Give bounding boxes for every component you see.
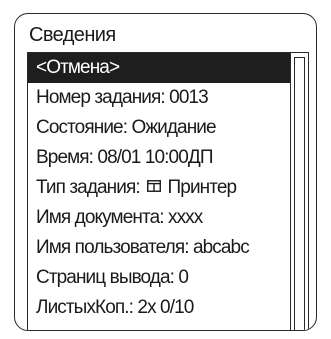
status-item[interactable]: Состояние: Ожидание xyxy=(28,113,290,143)
sheets-copies-item[interactable]: ЛистыхКоп.: 2x 0/10 xyxy=(28,293,290,323)
document-icon xyxy=(147,180,162,192)
user-name-item[interactable]: Имя пользователя: abcabc xyxy=(28,233,290,263)
job-type-item[interactable]: Тип задания: Принтер xyxy=(28,173,290,203)
details-list: <Отмена> Номер задания: 0013 Состояние: … xyxy=(28,53,290,323)
job-number-item[interactable]: Номер задания: 0013 xyxy=(28,83,290,113)
pages-output-item[interactable]: Страниц вывода: 0 xyxy=(28,263,290,293)
scrollbar[interactable] xyxy=(290,53,308,330)
time-item[interactable]: Время: 08/01 10:00ДП xyxy=(28,143,290,173)
job-type-value: Принтер xyxy=(167,177,238,198)
details-list-frame: <Отмена> Номер задания: 0013 Состояние: … xyxy=(27,52,309,330)
cancel-item[interactable]: <Отмена> xyxy=(28,53,290,83)
details-panel: Сведения <Отмена> Номер задания: 0013 Со… xyxy=(14,13,317,331)
document-name-item[interactable]: Имя документа: xxxx xyxy=(28,203,290,233)
scrollbar-thumb[interactable] xyxy=(294,57,305,330)
job-type-label: Тип задания: xyxy=(36,177,141,198)
panel-title: Сведения xyxy=(29,24,116,46)
